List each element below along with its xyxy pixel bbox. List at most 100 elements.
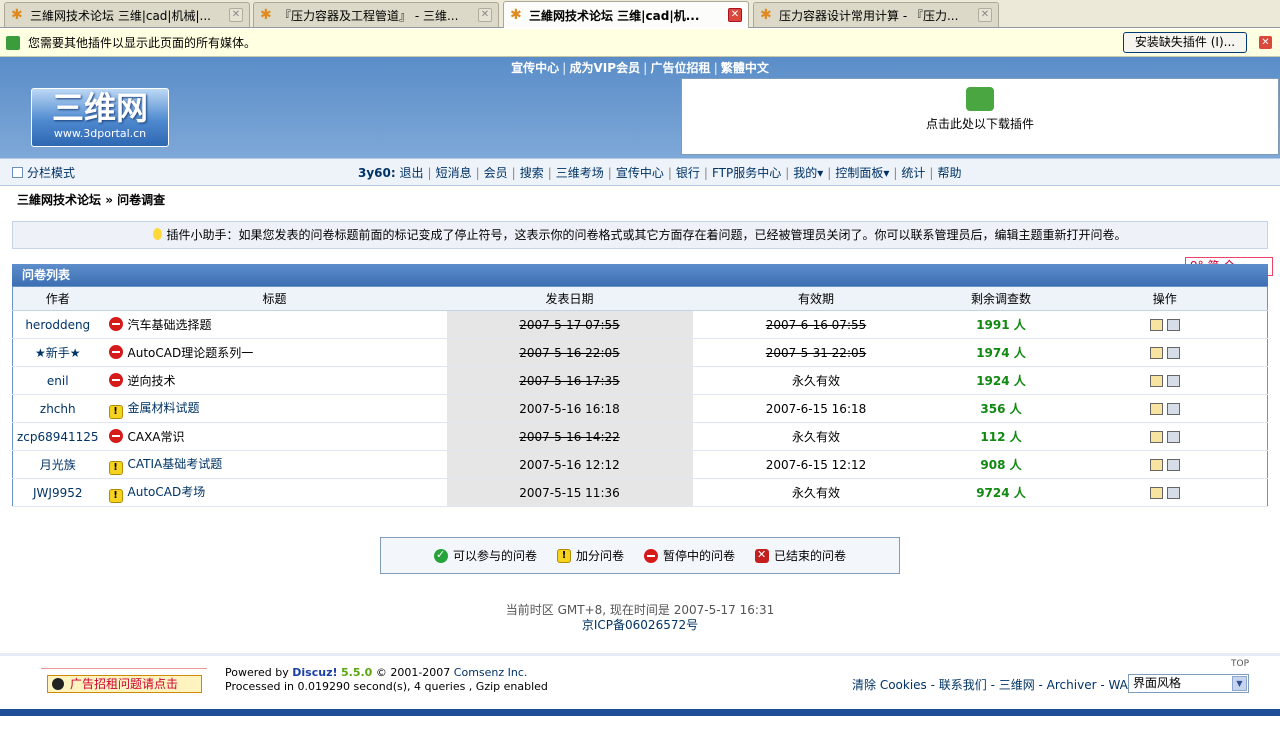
- style-select[interactable]: 界面风格 ▼: [1128, 674, 1249, 693]
- tab-title: 『压力容器及工程管道』 - 三维...: [279, 8, 459, 23]
- layout-mode-label: 分栏模式: [27, 166, 76, 180]
- view-icon[interactable]: [1166, 403, 1180, 415]
- exclamation-icon: !: [108, 404, 123, 419]
- title-cell: AutoCAD理论题系列一: [102, 338, 447, 367]
- poll-title-link[interactable]: AutoCAD理论题系列一: [128, 346, 254, 360]
- poll-title-link[interactable]: AutoCAD考场: [128, 485, 206, 499]
- site-logo[interactable]: 三维网 www.3dportal.cn: [31, 88, 169, 147]
- view-icon[interactable]: [1166, 375, 1180, 387]
- ad-contact-button[interactable]: 广告招租问题请点击: [47, 675, 202, 693]
- top-link-ad[interactable]: 广告位招租: [650, 61, 710, 75]
- logo-text: 三维网: [51, 89, 148, 127]
- top-link-vip[interactable]: 成为VIP会员: [570, 61, 641, 75]
- poll-title-link[interactable]: 金属材料试题: [128, 401, 200, 415]
- table-row: heroddeng 汽车基础选择题 2007-5-17 07:55 2007-6-16…: [12, 310, 1268, 339]
- nav-stats[interactable]: 统计: [901, 166, 925, 180]
- edit-icon[interactable]: [1149, 375, 1163, 387]
- view-icon[interactable]: [1166, 319, 1180, 331]
- status-legend: 可以参与的问卷 ! 加分问卷 暂停中的问卷 已结束的问卷: [380, 537, 900, 574]
- nav-control-panel[interactable]: 控制面板▾: [835, 166, 889, 180]
- plugin-placeholder[interactable]: 点击此处以下载插件: [681, 78, 1279, 155]
- check-icon: [433, 548, 448, 563]
- edit-icon[interactable]: [1149, 319, 1163, 331]
- date-cell: 2007-5-16 17:35: [446, 366, 693, 395]
- date-cell: 2007-5-16 16:18: [446, 394, 693, 423]
- browser-tab-active[interactable]: ✱ 三維网技术论坛 三维|cad|机... ✕: [503, 1, 749, 28]
- author-link[interactable]: zhchh: [40, 402, 76, 416]
- poll-title-link[interactable]: 逆向技术: [128, 374, 176, 388]
- install-plugin-button[interactable]: 安装缺失插件 (I)...: [1123, 32, 1247, 53]
- edit-icon[interactable]: [1149, 431, 1163, 443]
- cross-icon: [755, 548, 770, 563]
- footer-links[interactable]: 清除 Cookies - 联系我们 - 三维网 - Archiver - WAP: [852, 676, 1135, 693]
- tab-title: 压力容器设计常用计算 - 『压力...: [779, 8, 959, 23]
- view-icon[interactable]: [1166, 487, 1180, 499]
- poll-title-link[interactable]: CATIA基础考试题: [128, 457, 223, 471]
- browser-tab[interactable]: ✱ 压力容器设计常用计算 - 『压力... ✕: [753, 2, 999, 27]
- browser-tab[interactable]: ✱ 『压力容器及工程管道』 - 三维... ✕: [253, 2, 499, 27]
- author-link[interactable]: enil: [47, 374, 69, 388]
- edit-icon[interactable]: [1149, 403, 1163, 415]
- actions-cell: [1062, 478, 1268, 507]
- layout-mode-link[interactable]: 分栏模式: [12, 164, 75, 181]
- actions-cell: [1062, 422, 1268, 451]
- author-link[interactable]: zcp68941125: [17, 430, 99, 444]
- tab-title: 三維网技术论坛 三维|cad|机...: [529, 8, 700, 23]
- copyright: © 2001-2007: [375, 666, 454, 679]
- forum-nav: 分栏模式 3y60: 退出 | 短消息 | 会员 | 搜索 | 三维考场 | 宣传中心 | 银行 | FTP…: [0, 158, 1280, 186]
- poll-title-link[interactable]: CAXA常识: [128, 430, 185, 444]
- top-links: 宣传中心 | 成为VIP会员 | 广告位招租 | 繁體中文: [511, 61, 769, 75]
- date-cell: 2007-5-16 22:05: [446, 338, 693, 367]
- top-link[interactable]: TOP: [1231, 659, 1249, 669]
- favicon-icon: ✱: [760, 7, 772, 23]
- author-link[interactable]: heroddeng: [25, 318, 90, 332]
- browser-tab[interactable]: ✱ 三維网技术论坛 三维|cad|机械|... ✕: [4, 2, 250, 27]
- edit-icon[interactable]: [1149, 459, 1163, 471]
- expiry-cell: 2007-5-31 22:05: [692, 338, 940, 367]
- nav-bank[interactable]: 银行: [676, 166, 700, 180]
- close-tab-icon[interactable]: ✕: [728, 8, 742, 22]
- expiry-cell: 2007-6-16 07:55: [692, 310, 940, 339]
- top-link-traditional[interactable]: 繁體中文: [721, 61, 769, 75]
- poll-table: 作者 标题 发表日期 有效期 剩余调查数 操作 heroddeng 汽车基础选择题…: [12, 286, 1268, 507]
- actions-cell: [1062, 394, 1268, 423]
- style-select-value: 界面风格: [1133, 676, 1182, 690]
- view-icon[interactable]: [1166, 347, 1180, 359]
- close-tab-icon[interactable]: ✕: [478, 8, 492, 22]
- title-cell: ! CATIA基础考试题: [102, 450, 447, 479]
- author-link[interactable]: 月光族: [40, 458, 76, 472]
- comsenz-link[interactable]: Comsenz Inc.: [454, 666, 528, 679]
- view-icon[interactable]: [1166, 459, 1180, 471]
- nav-help[interactable]: 帮助: [937, 166, 961, 180]
- author-link[interactable]: JWJ9952: [33, 486, 82, 500]
- nav-messages[interactable]: 短消息: [436, 166, 472, 180]
- close-tab-icon[interactable]: ✕: [229, 8, 243, 22]
- nav-my[interactable]: 我的▾: [793, 166, 823, 180]
- edit-icon[interactable]: [1149, 347, 1163, 359]
- nav-search[interactable]: 搜索: [520, 166, 544, 180]
- legend-bonus-label: 加分问卷: [575, 549, 624, 563]
- legend-ended: 已结束的问卷: [755, 547, 846, 564]
- top-link-promo[interactable]: 宣传中心: [511, 61, 559, 75]
- browser-tab-bar: ✱ 三維网技术论坛 三维|cad|机械|... ✕ ✱ 『压力容器及工程管道』 …: [0, 0, 1280, 28]
- nav-ftp[interactable]: FTP服务中心: [712, 166, 781, 180]
- username[interactable]: 3y60:: [358, 166, 396, 180]
- col-author: 作者: [12, 286, 103, 311]
- breadcrumb-forum[interactable]: 三維网技术论坛: [17, 193, 101, 207]
- nav-logout[interactable]: 退出: [400, 166, 424, 180]
- close-tab-icon[interactable]: ✕: [978, 8, 992, 22]
- view-icon[interactable]: [1166, 431, 1180, 443]
- discuz-link[interactable]: Discuz!: [292, 666, 337, 679]
- date-cell: 2007-5-15 11:36: [446, 478, 693, 507]
- nav-promo[interactable]: 宣传中心: [616, 166, 664, 180]
- poll-title-link[interactable]: 汽车基础选择题: [128, 318, 212, 332]
- edit-icon[interactable]: [1149, 487, 1163, 499]
- plugin-message: 您需要其他插件以显示此页面的所有媒体。: [28, 36, 257, 50]
- nav-members[interactable]: 会员: [484, 166, 508, 180]
- nav-exam[interactable]: 三维考场: [556, 166, 604, 180]
- remaining-cell: 1924 人: [939, 366, 1063, 395]
- author-link[interactable]: ★新手★: [35, 346, 81, 360]
- plugin-tip: 插件小助手：如果您发表的问卷标题前面的标记变成了停止符号，这表示你的问卷格式或其…: [12, 221, 1268, 249]
- close-icon[interactable]: ✕: [1259, 36, 1272, 49]
- icp-link[interactable]: 京ICP备06026572号: [582, 618, 698, 632]
